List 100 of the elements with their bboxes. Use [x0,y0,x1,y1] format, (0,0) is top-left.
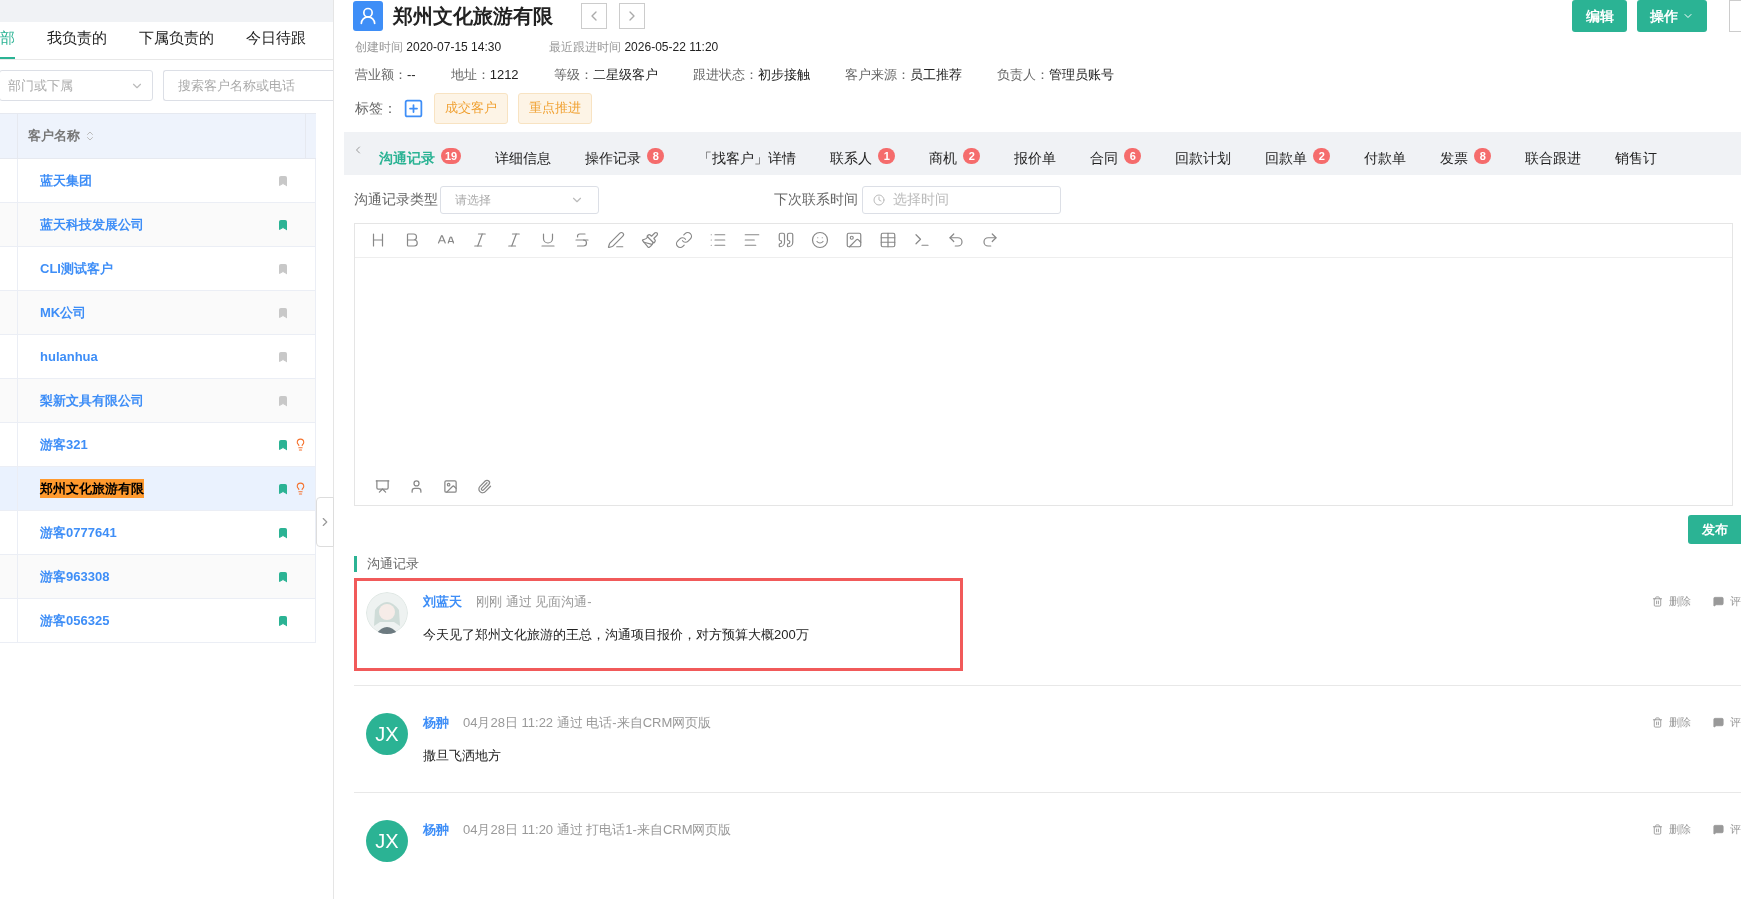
bookmark-icon[interactable] [277,174,289,187]
redo-icon[interactable] [981,231,999,250]
table-row[interactable]: 郑州文化旅游有限 [0,467,316,511]
created-value: 2020-07-15 14:30 [406,40,502,54]
customer-name-link[interactable]: CLI测试客户 [40,258,113,279]
detail-tab[interactable]: 合同 6 [1073,148,1159,170]
record-content: 撒旦飞洒地方 [423,746,502,765]
customer-name-link[interactable]: 游客321 [40,434,88,455]
edit-button[interactable]: 编辑 [1572,0,1627,32]
author-link[interactable]: 杨翀 [423,820,449,840]
pen-icon[interactable] [607,231,625,250]
detail-tab[interactable]: 回款单 2 [1248,148,1348,170]
detail-tab[interactable]: 销售订 [1598,148,1675,170]
user-icon[interactable] [409,478,424,494]
table-icon[interactable] [879,231,897,250]
bookmark-icon[interactable] [277,218,289,231]
detail-tab[interactable]: 详细信息 [478,148,569,170]
customer-name-link[interactable]: 郑州文化旅游有限 [40,478,144,499]
date-field[interactable]: 选择时间 [862,185,1061,214]
bookmark-icon[interactable] [277,438,289,451]
record-type-label: 沟通记录类型 [354,190,438,210]
field-label: 负责人： [996,67,1049,82]
bookmark-icon[interactable] [277,614,289,627]
table-row[interactable]: CLI测试客户 [0,247,316,291]
customer-name-link[interactable]: 游客056325 [40,610,110,631]
quote-icon[interactable] [777,231,795,250]
font-icon[interactable] [471,231,489,250]
previous-button[interactable] [581,3,607,29]
author-link[interactable]: 刘蓝天 [423,592,462,612]
paperclip-icon[interactable] [477,478,492,494]
clock-icon [873,193,885,206]
detail-tab[interactable]: 商机 2 [912,148,998,170]
bookmark-icon[interactable] [277,482,289,495]
filter-tab[interactable]: 下属负责的 [139,26,214,59]
bookmark-icon[interactable] [277,262,289,275]
undo-icon[interactable] [947,231,965,250]
bookmark-icon[interactable] [277,350,289,363]
delete-button[interactable]: 删除 [1652,821,1691,838]
customer-name-link[interactable]: 游客0777641 [40,522,117,543]
image-icon[interactable] [443,478,458,494]
detail-tab[interactable]: 联合跟进 [1508,148,1599,170]
delete-button[interactable]: 删除 [1652,593,1691,610]
table-row[interactable]: hulanhua [0,335,316,379]
collapse-handle[interactable] [316,497,334,547]
brush-icon[interactable] [641,231,659,250]
comment-button[interactable]: 评 [1713,714,1741,731]
filter-tab[interactable]: 部 [0,26,15,59]
record-type-select[interactable]: 请选择 [440,185,599,214]
column-header[interactable]: 客户名称 [28,126,80,146]
add-tag-icon[interactable] [403,97,424,119]
delete-button[interactable]: 删除 [1652,714,1691,731]
detail-tab[interactable]: 「找客户」详情 [681,148,814,170]
comment-button[interactable]: 评 [1713,593,1741,610]
search-field[interactable]: 搜索客户名称或电话 [163,70,333,101]
bookmark-icon[interactable] [277,570,289,583]
bookmark-icon[interactable] [277,526,289,539]
table-row[interactable]: 蓝天科技发展公司 [0,203,316,247]
table-row[interactable]: 游客321 [0,423,316,467]
sort-icon[interactable] [84,130,96,142]
italic-icon[interactable] [505,231,523,250]
filter-tab[interactable]: 今日待跟 [246,26,306,59]
bookmark-icon[interactable] [277,306,289,319]
emoji-icon[interactable] [811,231,829,250]
department-select[interactable]: 部门或下属 [0,70,153,101]
table-row[interactable]: 游客0777641 [0,511,316,555]
customer-name-link[interactable]: 蓝天科技发展公司 [40,214,144,235]
customer-name-link[interactable]: hulanhua [40,346,98,367]
detail-tab[interactable]: 回款计划 [1158,148,1249,170]
screen-icon[interactable] [375,478,390,494]
customer-name-link[interactable]: 梨新文具有限公司 [40,390,144,411]
table-row[interactable]: 游客963308 [0,555,316,599]
side-button[interactable] [1729,0,1741,32]
trash-icon [1652,595,1663,607]
customer-name-link[interactable]: 游客963308 [40,566,110,587]
table-row[interactable]: 梨新文具有限公司 [0,379,316,423]
comment-button[interactable]: 评 [1713,821,1741,838]
table-row[interactable]: MK公司 [0,291,316,335]
detail-tab[interactable]: 联系人 1 [813,148,913,170]
image-icon[interactable] [845,231,863,250]
actions-button[interactable]: 操作 [1637,0,1707,32]
customer-name-link[interactable]: 蓝天集团 [40,170,92,191]
detail-tab[interactable]: 报价单 [997,148,1074,170]
field-label: 等级： [553,67,593,82]
detail-tab[interactable]: 发票 8 [1423,148,1509,170]
detail-tab[interactable]: 沟通记录 19 [362,148,479,170]
comment-icon [1713,823,1724,835]
link-icon[interactable] [675,231,693,250]
bookmark-icon[interactable] [277,394,289,407]
underline-icon[interactable] [539,231,557,250]
filter-tab[interactable]: 我负责的 [47,26,107,59]
count-badge: 19 [441,147,462,164]
table-row[interactable]: 游客056325 [0,599,316,643]
table-row[interactable]: 蓝天集团 [0,159,316,203]
detail-tab[interactable]: 付款单 [1347,148,1424,170]
detail-tab[interactable]: 操作记录 8 [568,148,682,170]
author-link[interactable]: 杨翀 [423,713,449,733]
customer-name-link[interactable]: MK公司 [40,302,87,323]
strikethrough-icon[interactable] [573,231,591,250]
next-button[interactable] [619,3,645,29]
publish-button[interactable]: 发布 [1688,515,1741,544]
